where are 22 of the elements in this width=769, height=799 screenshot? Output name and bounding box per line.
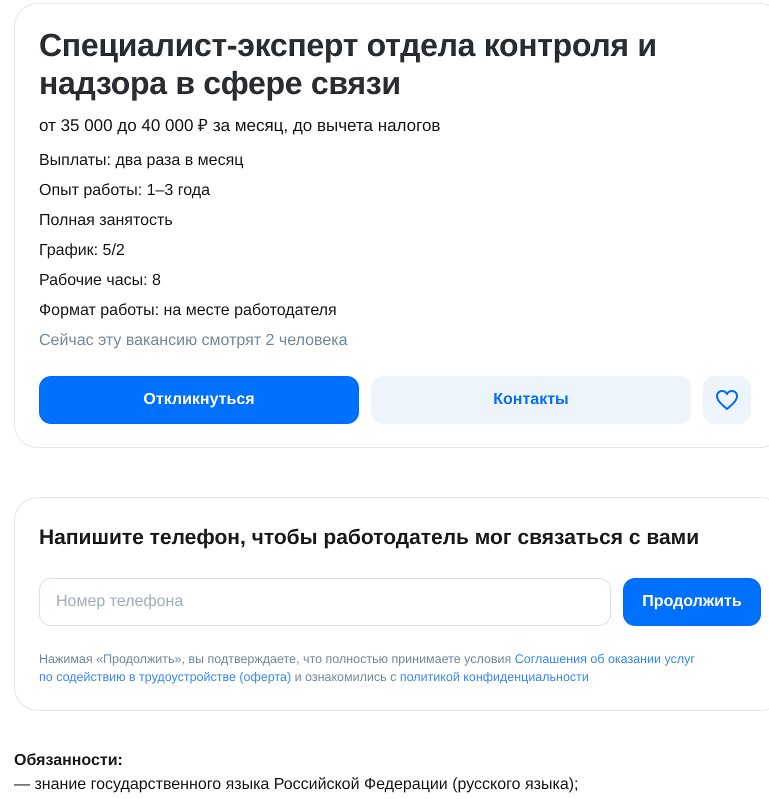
detail-text: Формат работы: на месте работодателя xyxy=(39,301,337,321)
respond-button[interactable]: Откликнуться xyxy=(39,376,359,424)
heart-icon xyxy=(715,389,739,411)
favorite-button[interactable] xyxy=(703,376,751,424)
phone-form-title: Напишите телефон, чтобы работодатель мог связаться с вами xyxy=(39,525,700,551)
phone-field[interactable]: Номер телефона xyxy=(39,578,611,626)
detail-text: График: 5/2 xyxy=(39,241,125,261)
salary-text: от 35 000 до 40 000 ₽ за месяц, до вычета налогов xyxy=(39,115,440,137)
agreement-link[interactable]: по содействию в трудоустройстве (оферта) xyxy=(39,670,292,684)
contacts-button[interactable]: Контакты xyxy=(371,376,691,424)
detail-text: Опыт работы: 1–3 года xyxy=(39,181,210,201)
detail-text: Выплаты: два раза в месяц xyxy=(39,151,244,171)
duty-item: — знание государственного языка Российской Федерации (русского языка); xyxy=(14,775,578,795)
detail-text: Рабочие часы: 8 xyxy=(39,271,161,291)
duties-heading: Обязанности: xyxy=(14,751,123,771)
continue-button[interactable]: Продолжить xyxy=(623,578,761,626)
consent-text: Нажимая «Продолжить», вы подтверждаете, что полностью принимаете условия Соглашения об оказании услуг по содействию в трудоустройстве (оферта) и ознакомились с политикой конфиденциальности xyxy=(39,651,696,686)
vacancy-title: Специалист-эксперт отдела контроля и надзора в сфере связи xyxy=(39,26,658,102)
detail-text: Полная занятость xyxy=(39,211,173,231)
agreement-link[interactable]: Соглашения об оказании услуг xyxy=(514,652,695,666)
agreement-link[interactable]: политикой конфиденциальности xyxy=(400,670,589,684)
viewers-text: Сейчас эту вакансию смотрят 2 человека xyxy=(39,331,348,351)
